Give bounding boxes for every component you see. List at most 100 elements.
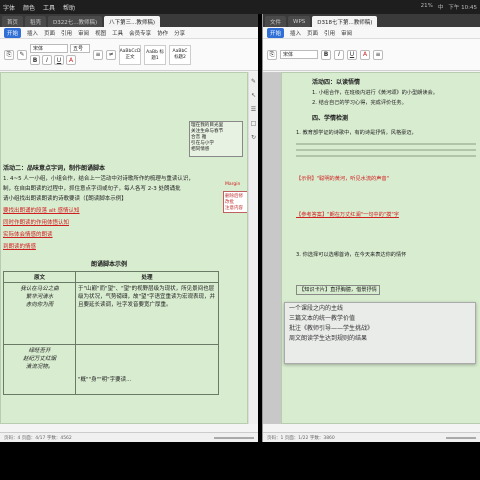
- table-cell: 我认在马公之曲 繁华河清水 赤向你为而: [3, 282, 76, 345]
- history-icon[interactable]: ↻: [251, 134, 256, 141]
- underline-icon[interactable]: U: [347, 49, 357, 60]
- font-name-select[interactable]: 宋体: [30, 44, 68, 53]
- table-cell: "概""身""明"字要读...: [75, 344, 219, 395]
- align-icon[interactable]: ≠: [106, 49, 116, 60]
- ribbon-tab-insert[interactable]: 插入: [27, 29, 38, 37]
- input-method[interactable]: 中: [438, 3, 444, 11]
- ribbon-tab-start[interactable]: 开始: [4, 27, 22, 38]
- popup-line-3: 批注《教师引导——学生挑战》: [289, 325, 374, 332]
- popup-line-4: 周文朗读学生达到规则的结果: [289, 335, 368, 342]
- menu-help[interactable]: 帮助: [63, 3, 75, 12]
- style-normal[interactable]: AaBbCcD 正文: [119, 44, 141, 65]
- clock: 下午 10:45: [448, 5, 477, 11]
- right-ribbon-tabs: 开始 插入 页面 引用 审阅: [263, 27, 480, 39]
- menubar-status: 21% 中 下午 10:45: [421, 3, 477, 11]
- body-line-2: 制，在自由朗读的过程中，抓住意点字词或句子，每人各写 2-3 处朗诵批: [3, 186, 181, 192]
- knowledge-card: 【知识卡片】直抒胸臆，借景抒情: [296, 285, 380, 295]
- style-heading2[interactable]: AaBbC 标题2: [169, 44, 191, 65]
- table-row: 我认在马公之曲 繁华河清水 赤向你为而 于"山巅"而"望"、"望"的视野层级为现…: [3, 282, 219, 345]
- edited-line-1: 要找出朗诵的段落 alt 感情认知: [3, 208, 80, 214]
- table-cell: 绿旺吾开 赵纪万丈红烟 清流况物。: [3, 344, 76, 395]
- font-color-icon[interactable]: A: [360, 49, 370, 60]
- table-header-handling: 处理: [75, 271, 219, 283]
- bottom-black-area: [0, 442, 480, 480]
- activity-two-heading: 活动二：品味意点字词，制作朗诵脚本: [3, 165, 106, 172]
- tab-file[interactable]: 文件: [265, 16, 287, 27]
- edited-line-2: 同时作朗读的作用体悟认知: [3, 220, 70, 226]
- ribbon-tab-share[interactable]: 分享: [174, 29, 185, 37]
- bold-icon[interactable]: B: [30, 55, 40, 65]
- left-document-page[interactable]: 理在我的目光里 关注生命与春节 合音 雅 引在与小学 相同情感 活动二：品味意点…: [0, 72, 248, 424]
- edited-line-3: 实际体会情感的朗读: [3, 232, 53, 238]
- zoom-slider[interactable]: [446, 436, 476, 439]
- ribbon-tab-reference[interactable]: 引用: [324, 29, 335, 37]
- review-comment[interactable]: 删除后修改批 注意内容: [223, 191, 247, 213]
- menu-color[interactable]: 颜色: [23, 3, 35, 12]
- right-doc-scroll-area[interactable]: 活动四：以读悟情 1. 小组合作，在班级内进行《黄河颂》的小型朗读会。 2. 结…: [263, 72, 480, 424]
- tab-doc-d318[interactable]: D318七下第...教师稿): [312, 16, 378, 27]
- bullet-list-icon[interactable]: ≡: [93, 49, 103, 60]
- font-name-select[interactable]: 宋体: [280, 50, 318, 59]
- font-color-icon[interactable]: A: [66, 55, 76, 65]
- edited-line-4: 到朗读的情感: [3, 244, 37, 250]
- body-line: 1. 教育部学证的诗歌中，有的诗是抒情，风格豪迈，: [296, 130, 417, 136]
- image-caption-box: 理在我的目光里 关注生命与春节 合音 雅 引在与小学 相同情感: [189, 121, 243, 157]
- margin-label: Margin: [225, 182, 241, 187]
- right-document-page[interactable]: 活动四：以读悟情 1. 小组合作，在班级内进行《黄河颂》的小型朗读会。 2. 结…: [281, 72, 480, 424]
- body-line-3: 请小组找出朗读朗读的诗歌要读（【朗读脚本示例】: [3, 196, 127, 202]
- example-line: 【示例】"聪明的黄河，听见水流的声音": [296, 176, 389, 182]
- popup-line-1: 一个课段之内的主线: [289, 305, 344, 312]
- format-icon[interactable]: ☰: [251, 106, 256, 113]
- left-ribbon-toolbar: ⎘ ✎ 宋体 五号 B I U A ≡ ≠ AaBbCcD 正文 AaBb 标题…: [0, 39, 258, 71]
- ribbon-tab-start[interactable]: 开始: [267, 27, 285, 38]
- popup-line-2: 三篇文本的统一教学价值: [289, 315, 356, 322]
- ribbon-tab-reference[interactable]: 引用: [61, 29, 72, 37]
- ribbon-tab-page[interactable]: 页面: [307, 29, 318, 37]
- tab-doc-d322[interactable]: D322七...教师稿): [48, 16, 103, 27]
- recitation-script-table: 原文 处理 我认在马公之曲 繁华河清水 赤向你为而 于"山巅"而"望"、"望"的…: [3, 271, 219, 395]
- body-line: 1. 小组合作，在班级内进行《黄河颂》的小型朗读会。: [312, 90, 438, 96]
- style-heading1[interactable]: AaBb 标题1: [144, 44, 166, 65]
- paragraph-lines: [296, 139, 476, 173]
- ribbon-tab-member[interactable]: 会员专享: [129, 29, 151, 37]
- ribbon-tab-tools[interactable]: 工具: [112, 29, 123, 37]
- menu-tools[interactable]: 工具: [43, 3, 55, 12]
- italic-icon[interactable]: I: [42, 55, 52, 65]
- floating-note-popup[interactable]: 一个课段之内的主线 三篇文本的统一教学价值 批注《教师引导——学生挑战》 周文朗…: [284, 302, 476, 364]
- bold-icon[interactable]: B: [321, 49, 331, 60]
- ribbon-tab-collab[interactable]: 协作: [157, 29, 168, 37]
- script-example-title: 朗诵脚本示例: [91, 261, 128, 268]
- ribbon-tab-view[interactable]: 视图: [95, 29, 106, 37]
- body-line: 3. 你选择可以选哪首诗，在今天来表达你的情怀: [296, 252, 407, 258]
- zoom-slider[interactable]: [214, 436, 254, 439]
- tab-doc-bxia[interactable]: 八下第三...教师稿): [104, 16, 161, 27]
- ribbon-tab-review[interactable]: 审阅: [78, 29, 89, 37]
- paste-icon[interactable]: ⎘: [267, 49, 277, 60]
- shape-icon[interactable]: □: [251, 120, 257, 127]
- system-menubar: 字体 颜色 工具 帮助 21% 中 下午 10:45: [0, 0, 480, 14]
- format-painter-icon[interactable]: ✎: [17, 49, 27, 60]
- ribbon-tab-insert[interactable]: 插入: [290, 29, 301, 37]
- battery-percent: 21%: [420, 3, 433, 9]
- align-icon[interactable]: ≡: [373, 49, 383, 60]
- font-size-select[interactable]: 五号: [70, 44, 90, 53]
- answer-line: 【参考答案】"朗在万丈红澜"一句中的"摸"字: [296, 212, 399, 218]
- italic-icon[interactable]: I: [334, 49, 344, 60]
- section-four-heading: 四、学情检测: [312, 115, 349, 122]
- left-tabbar: 首页 稻壳 D322七...教师稿) 八下第三...教师稿): [0, 14, 258, 27]
- left-doc-scroll-area[interactable]: 理在我的目光里 关注生命与春节 合音 雅 引在与小学 相同情感 活动二：品味意点…: [0, 72, 248, 424]
- menu-font[interactable]: 字体: [3, 3, 15, 12]
- ribbon-tab-page[interactable]: 页面: [44, 29, 55, 37]
- underline-icon[interactable]: U: [54, 55, 64, 65]
- tab-daoke[interactable]: 稻壳: [25, 16, 47, 27]
- tab-wps[interactable]: WPS: [288, 16, 311, 27]
- tab-home[interactable]: 首页: [2, 16, 24, 27]
- pen-icon[interactable]: ✎: [251, 78, 256, 85]
- right-tabbar: 文件 WPS D318七下第...教师稿): [263, 14, 480, 27]
- right-status-text: 页码：1 页面：1/22 字数：3860: [267, 435, 335, 441]
- ribbon-tab-review[interactable]: 审阅: [341, 29, 352, 37]
- cursor-icon[interactable]: ↖: [251, 92, 256, 99]
- table-cell: 于"山巅"而"望"、"望"的视野层级为现状，所见景间也层级为状况，气势磅礴，故"…: [75, 282, 219, 345]
- left-ribbon-tabs: 开始 插入 页面 引用 审阅 视图 工具 会员专享 协作 分享: [0, 27, 258, 39]
- paste-icon[interactable]: ⎘: [4, 49, 14, 60]
